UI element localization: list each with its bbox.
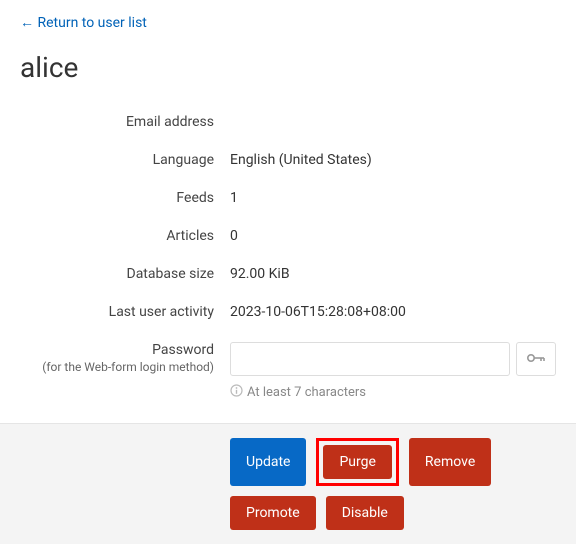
password-label: Password [152,342,214,358]
disable-button[interactable]: Disable [326,496,404,530]
feeds-label: Feeds [20,190,230,206]
password-sublabel: (for the Web-form login method) [20,360,214,374]
actions-bar: Update Purge Remove Promote Disable [0,423,576,544]
articles-label: Articles [20,228,230,244]
articles-value: 0 [230,228,556,244]
language-label: Language [20,152,230,168]
remove-button[interactable]: Remove [409,438,491,486]
update-button[interactable]: Update [230,438,306,486]
highlight-box: Purge [316,438,398,486]
reveal-password-button[interactable] [516,342,556,376]
return-to-user-list-link[interactable]: ← Return to user list [20,14,147,31]
database-size-label: Database size [20,266,230,282]
language-value: English (United States) [230,152,556,168]
password-input[interactable] [230,342,510,376]
page-title: alice [20,51,556,84]
password-hint: At least 7 characters [247,385,366,400]
info-icon [230,384,243,401]
promote-button[interactable]: Promote [230,496,316,530]
database-size-value: 92.00 KiB [230,266,556,282]
email-label: Email address [20,114,230,130]
last-activity-value: 2023-10-06T15:28:08+08:00 [230,304,556,320]
last-activity-label: Last user activity [20,304,230,320]
purge-button[interactable]: Purge [323,445,391,479]
feeds-value: 1 [230,190,556,206]
key-icon [527,352,545,367]
